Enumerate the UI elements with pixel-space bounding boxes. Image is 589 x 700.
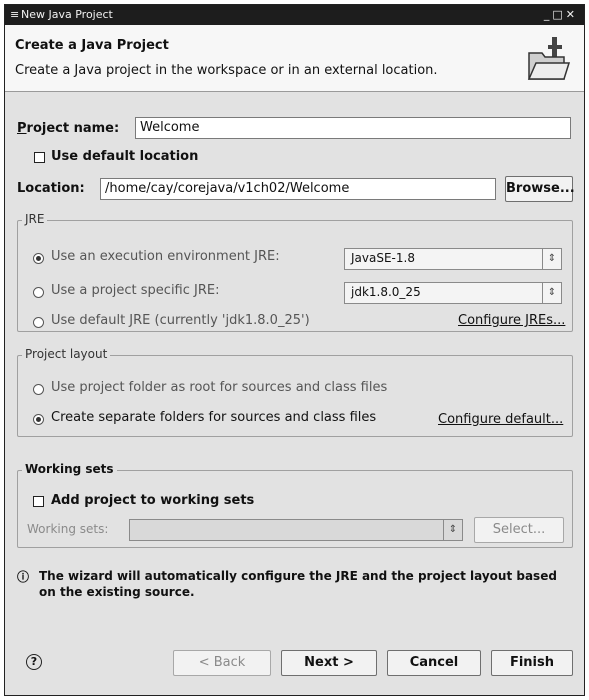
project-root-radio[interactable] — [33, 384, 44, 395]
execution-environment-radio[interactable] — [33, 253, 44, 264]
window-controls: _□✕ — [544, 8, 578, 21]
working-sets-arrow-icon[interactable]: ⇕ — [443, 520, 462, 540]
default-jre-label[interactable]: Use default JRE (currently 'jdk1.8.0_25'… — [51, 313, 310, 328]
project-specific-jre-select[interactable]: jdk1.8.0_25 ⇕ — [344, 282, 562, 304]
jre-group: JRE Use an execution environment JRE: Ja… — [17, 212, 573, 332]
info-icon: ⓘ — [17, 570, 30, 584]
close-icon[interactable]: ✕ — [566, 8, 578, 21]
working-sets-select[interactable]: ⇕ — [129, 519, 463, 541]
wizard-description: Create a Java project in the workspace o… — [15, 63, 438, 78]
window-menu-icon[interactable]: ≡ — [10, 8, 19, 21]
execution-environment-label[interactable]: Use an execution environment JRE: — [51, 249, 280, 264]
project-specific-jre-arrow-icon[interactable]: ⇕ — [542, 283, 561, 303]
open-folder-icon — [527, 37, 570, 80]
configure-jres-link[interactable]: Configure JREs... — [458, 313, 565, 328]
next-button[interactable]: Next > — [281, 650, 377, 676]
window-titlebar[interactable]: ≡ New Java Project _□✕ — [5, 5, 584, 25]
help-icon[interactable]: ? — [26, 654, 42, 670]
project-specific-jre-label[interactable]: Use a project specific JRE: — [51, 283, 219, 298]
add-to-working-sets-checkbox[interactable] — [33, 496, 44, 507]
wizard-banner: Create a Java Project Create a Java proj… — [5, 25, 584, 92]
project-layout-group-label: Project layout — [22, 347, 111, 361]
project-layout-group: Project layout Use project folder as roo… — [17, 347, 573, 437]
use-default-location-label[interactable]: Use default location — [51, 149, 198, 164]
wizard-content: Project name: Welcome Use default locati… — [5, 92, 584, 632]
project-root-label[interactable]: Use project folder as root for sources a… — [51, 380, 387, 395]
project-specific-jre-value: jdk1.8.0_25 — [351, 285, 421, 299]
working-sets-group-label: Working sets — [22, 462, 117, 476]
cancel-button[interactable]: Cancel — [387, 650, 481, 676]
separate-folders-radio[interactable] — [33, 414, 44, 425]
default-jre-radio[interactable] — [33, 317, 44, 328]
project-name-input[interactable]: Welcome — [135, 117, 571, 139]
execution-environment-value: JavaSE-1.8 — [351, 251, 415, 265]
wizard-heading: Create a Java Project — [15, 38, 169, 53]
project-name-label-text: roject name: — [26, 121, 120, 136]
project-specific-jre-radio[interactable] — [33, 287, 44, 298]
select-working-sets-button[interactable]: Select... — [474, 517, 564, 543]
execution-environment-arrow-icon[interactable]: ⇕ — [542, 249, 561, 269]
use-default-location-checkbox[interactable] — [34, 152, 45, 163]
configure-default-link[interactable]: Configure default... — [438, 412, 563, 427]
back-button[interactable]: < Back — [173, 650, 271, 676]
finish-button[interactable]: Finish — [491, 650, 573, 676]
browse-button[interactable]: Browse... — [505, 176, 575, 202]
working-sets-group: Working sets Add project to working sets… — [17, 462, 573, 548]
window-title: New Java Project — [21, 8, 113, 21]
new-java-project-dialog: ≡ New Java Project _□✕ Create a Java Pro… — [4, 4, 585, 696]
jre-group-label: JRE — [22, 212, 48, 226]
add-to-working-sets-label[interactable]: Add project to working sets — [51, 493, 254, 508]
execution-environment-select[interactable]: JavaSE-1.8 ⇕ — [344, 248, 562, 270]
separate-folders-label[interactable]: Create separate folders for sources and … — [51, 410, 376, 425]
location-input[interactable]: /home/cay/corejava/v1ch02/Welcome — [100, 178, 496, 200]
working-sets-label: Working sets: — [27, 522, 109, 536]
project-name-label: Project name: — [17, 121, 120, 136]
dialog-footer: ? < Back Next > Cancel Finish — [5, 632, 584, 695]
maximize-icon[interactable]: □ — [552, 8, 565, 21]
info-message-text: The wizard will automatically configure … — [39, 569, 557, 599]
location-label: Location: — [17, 181, 85, 196]
